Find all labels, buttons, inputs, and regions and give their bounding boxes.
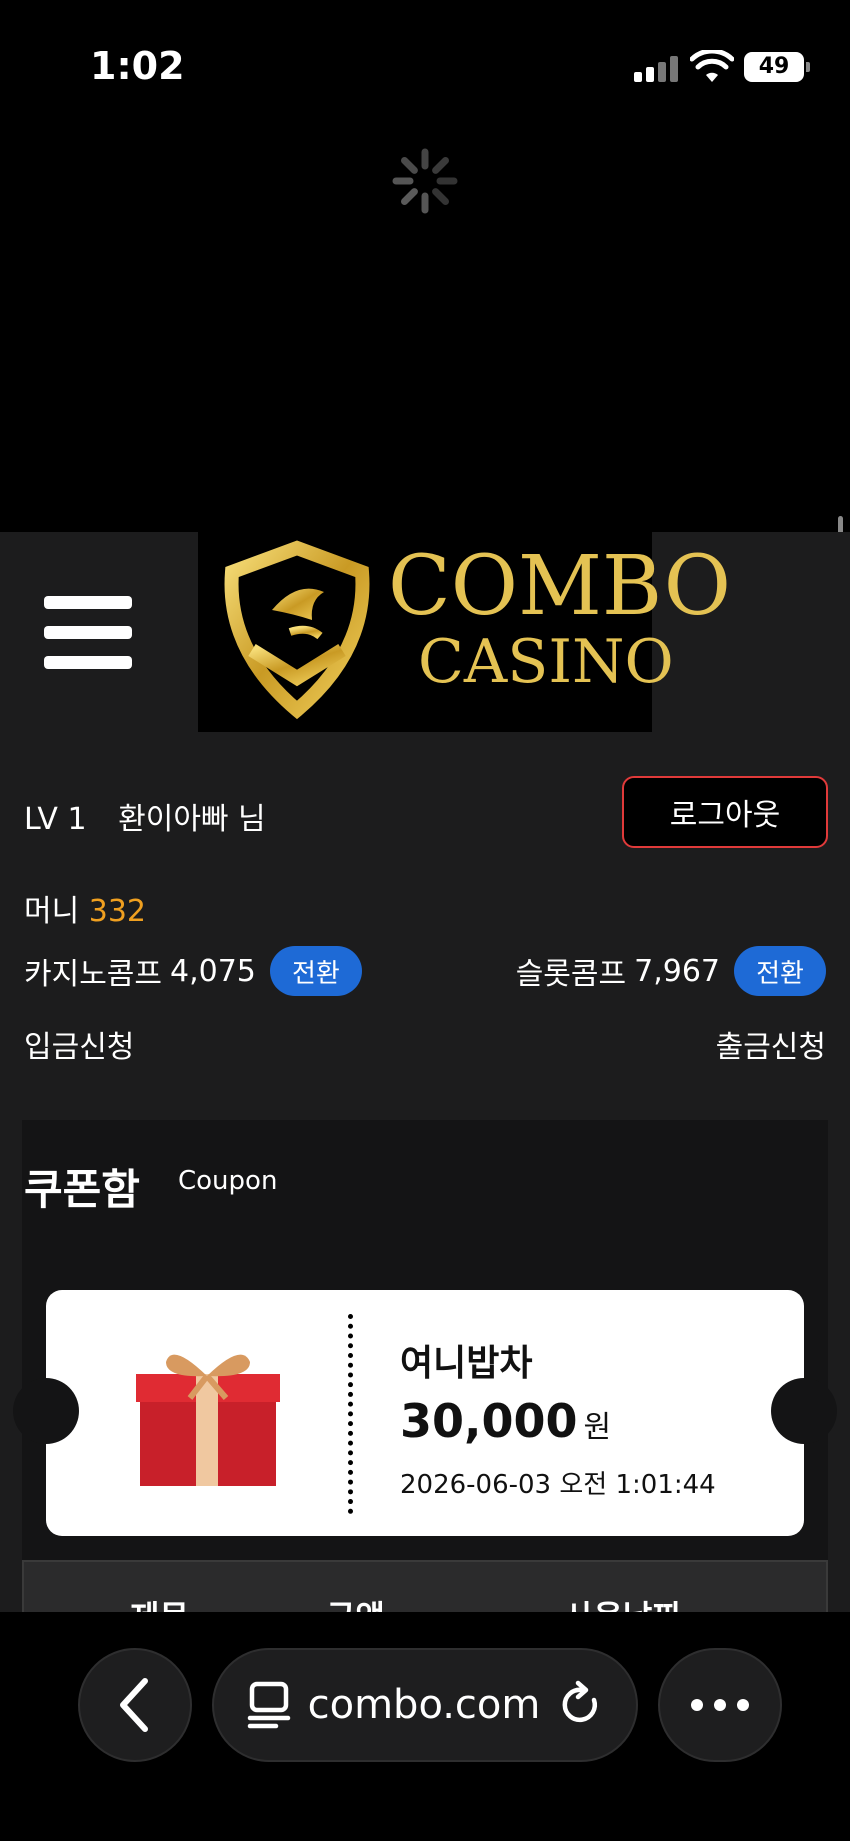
coupon-section: 쿠폰함 Coupon 여니밥차 30,000 원 2026-06-03 오전 1:… — [13, 1120, 837, 1620]
coupon-date: 2026-06-03 오전 1:01:44 — [400, 1470, 716, 1500]
coupon-title: 쿠폰함 — [24, 1165, 140, 1214]
logout-button[interactable]: 로그아웃 — [622, 776, 828, 848]
slot-comp: 슬롯콤프 7,967 전환 — [516, 946, 826, 996]
slot-comp-label: 슬롯콤프 — [515, 957, 627, 992]
address-bar[interactable]: combo.com — [212, 1648, 638, 1762]
url-text: combo.com — [307, 1682, 541, 1728]
shield-logo-icon — [224, 540, 370, 720]
coupon-name: 여니밥차 — [400, 1343, 533, 1384]
loading-spinner-icon — [392, 148, 458, 214]
casino-comp-label: 카지노콤프 — [24, 957, 162, 992]
app-header: COMBO CASINO — [0, 532, 850, 732]
coupon-amount-value: 30,000 — [400, 1394, 578, 1448]
slot-comp-value: 7,967 — [634, 953, 720, 989]
withdraw-link[interactable]: 출금신청 — [716, 1022, 826, 1066]
gift-box-icon — [136, 1354, 280, 1486]
battery-icon: 49 — [744, 52, 810, 82]
money-label: 머니 — [24, 894, 80, 929]
logo-wordmark: COMBO CASINO — [388, 539, 731, 697]
deposit-link[interactable]: 입금신청 — [24, 1022, 134, 1066]
slot-convert-button[interactable]: 전환 — [734, 946, 826, 996]
money-value: 332 — [88, 894, 147, 929]
wifi-icon — [690, 50, 734, 82]
menu-icon[interactable] — [44, 594, 134, 672]
back-button[interactable] — [78, 1648, 192, 1762]
casino-comp: 카지노콤프 4,075 전환 — [24, 946, 362, 996]
more-button[interactable] — [658, 1648, 782, 1762]
casino-comp-value: 4,075 — [170, 953, 256, 989]
reader-icon — [247, 1681, 290, 1729]
ticket-notch-right — [771, 1378, 837, 1444]
logo-line2: CASINO — [418, 627, 674, 697]
status-time: 1:02 — [90, 44, 185, 88]
money-balance: 머니 332 — [24, 886, 146, 930]
coupon-subtitle: Coupon — [178, 1166, 278, 1196]
ticket-notch-left — [13, 1378, 79, 1444]
user-level: LV 1 — [24, 802, 87, 837]
status-bar: 1:02 49 — [0, 0, 850, 130]
app-panel: COMBO CASINO LV 1 환이아빠 님 로그아웃 머니 332 카지노… — [0, 532, 850, 1650]
user-name: 환이아빠 님 — [118, 802, 266, 837]
more-dots-icon — [691, 1699, 749, 1711]
browser-toolbar: combo.com — [0, 1612, 850, 1841]
casino-convert-button[interactable]: 전환 — [269, 946, 362, 996]
ticket-perforation — [348, 1314, 353, 1514]
coupon-amount: 30,000 원 — [400, 1394, 611, 1448]
reload-icon[interactable] — [558, 1680, 604, 1730]
logo-line1: COMBO — [388, 539, 731, 634]
coupon-card[interactable]: 여니밥차 30,000 원 2026-06-03 오전 1:01:44 — [13, 1290, 837, 1536]
signal-icon — [634, 56, 680, 82]
user-info: LV 1 환이아빠 님 — [24, 794, 266, 838]
coupon-amount-unit: 원 — [583, 1410, 612, 1445]
chevron-left-icon — [120, 1678, 148, 1732]
brand-logo[interactable]: COMBO CASINO — [198, 532, 731, 732]
